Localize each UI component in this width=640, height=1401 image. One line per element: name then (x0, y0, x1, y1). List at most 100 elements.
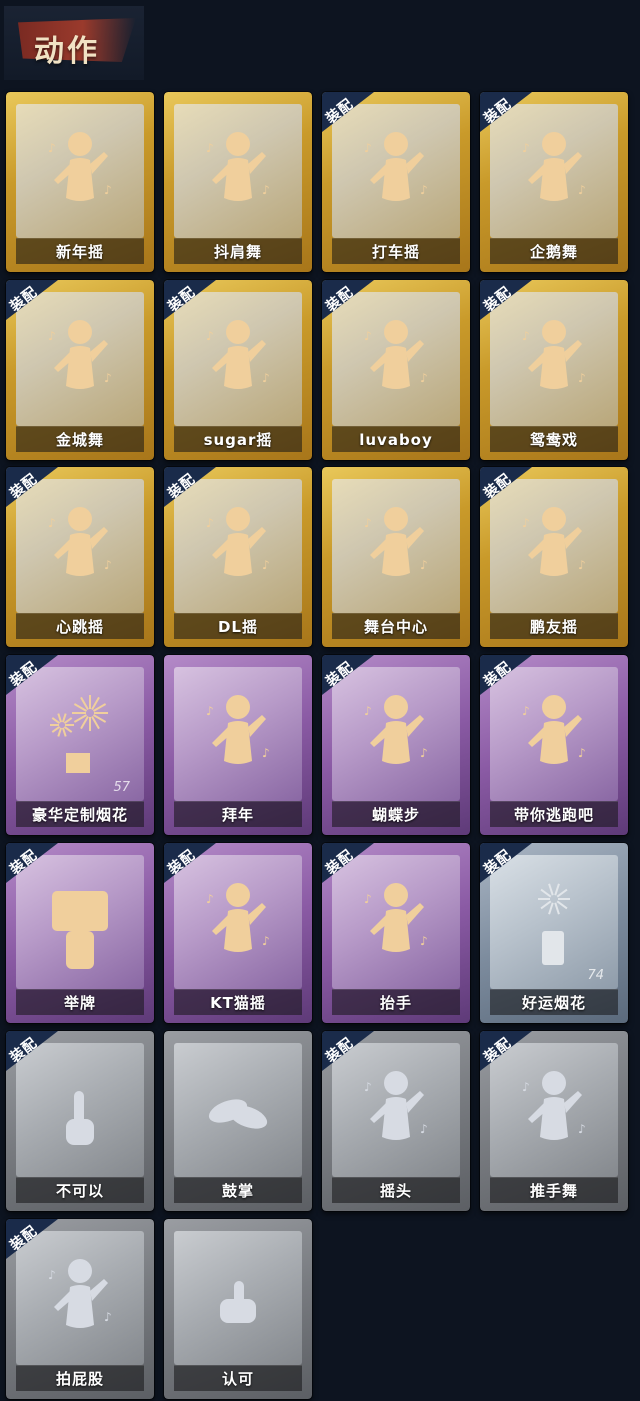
dancer-icon: ♪ ♪ (514, 1061, 594, 1161)
dancer-icon: ♪ ♪ (356, 122, 436, 222)
emote-name: KT猫摇 (210, 994, 266, 1012)
emote-card[interactable]: ♪ ♪ 带你逃跑吧 装配 (480, 655, 628, 835)
emote-card[interactable]: ♪ ♪ 摇头 装配 (322, 1031, 470, 1211)
emote-card[interactable]: ♪ ♪ luvaboy 装配 (322, 280, 470, 460)
dancer-icon: ♪ ♪ (514, 122, 594, 222)
emote-name: 打车摇 (371, 243, 420, 261)
emote-card[interactable]: ♪ ♪ 拜年 (164, 655, 312, 835)
emote-name: 鸳鸯戏 (529, 431, 578, 449)
emote-name: 摇头 (379, 1182, 412, 1200)
card-label-bar: 心跳摇 (16, 613, 144, 639)
svg-text:♪: ♪ (420, 558, 428, 572)
dancer-icon: ♪ ♪ (40, 310, 120, 410)
dancer-icon: ♪ ♪ (198, 310, 278, 410)
card-label-bar: luvaboy (332, 426, 460, 452)
emote-card[interactable]: 74 好运烟花 装配 (480, 843, 628, 1023)
svg-text:♪: ♪ (420, 371, 428, 385)
svg-text:♪: ♪ (364, 516, 372, 530)
emote-card[interactable]: 不可以 装配 (6, 1031, 154, 1211)
svg-text:♪: ♪ (262, 558, 270, 572)
emote-card[interactable]: ♪ ♪ 企鹅舞 装配 (480, 92, 628, 272)
sign-icon (40, 873, 120, 973)
svg-text:♪: ♪ (48, 1268, 56, 1282)
dancer-icon: ♪ ♪ (40, 1249, 120, 1349)
dancer-icon: ♪ ♪ (514, 310, 594, 410)
emote-name: 鼓掌 (221, 1182, 254, 1200)
card-label-bar: 摇头 (332, 1177, 460, 1203)
card-label-bar: 新年摇 (16, 238, 144, 264)
emote-card[interactable]: 鼓掌 (164, 1031, 312, 1211)
emote-name: 舞台中心 (363, 618, 428, 636)
svg-text:♪: ♪ (420, 746, 428, 760)
emote-card[interactable]: ♪ ♪ 拍屁股 装配 (6, 1219, 154, 1399)
emote-grid: ♪ ♪ 新年摇 ♪ ♪ 抖肩舞 ♪ ♪ 打车摇 装配 ♪ ♪ 企鹅舞 装配 ♪ ♪ 金城舞 装配… (0, 0, 640, 1401)
dancer-icon: ♪ ♪ (198, 685, 278, 785)
svg-text:♪: ♪ (48, 516, 56, 530)
emote-card[interactable]: ♪ ♪ 鸳鸯戏 装配 (480, 280, 628, 460)
emote-name: luvaboy (359, 430, 433, 449)
card-label-bar: 豪华定制烟花 (16, 801, 144, 827)
item-count: 57 (113, 780, 130, 795)
emote-card[interactable]: ♪ ♪ 鹏友摇 装配 (480, 467, 628, 647)
dancer-icon: ♪ ♪ (198, 122, 278, 222)
card-label-bar: 鼓掌 (174, 1177, 302, 1203)
svg-text:♪: ♪ (364, 141, 372, 155)
card-label-bar: 不可以 (16, 1177, 144, 1203)
card-label-bar: 鹏友摇 (490, 613, 618, 639)
card-label-bar: KT猫摇 (174, 989, 302, 1015)
fireworks-icon (40, 685, 120, 785)
emote-card[interactable]: ♪ ♪ 推手舞 装配 (480, 1031, 628, 1211)
emote-card[interactable]: ♪ ♪ 蝴蝶步 装配 (322, 655, 470, 835)
emote-card[interactable]: ♪ ♪ 新年摇 (6, 92, 154, 272)
emote-name: 蝴蝶步 (371, 806, 420, 824)
emote-card[interactable]: ♪ ♪ 打车摇 装配 (322, 92, 470, 272)
dancer-icon: ♪ ♪ (356, 1061, 436, 1161)
emote-name: 心跳摇 (55, 618, 104, 636)
emote-name: 认可 (221, 1370, 254, 1388)
emote-card[interactable]: ♪ ♪ 心跳摇 装配 (6, 467, 154, 647)
card-label-bar: 好运烟花 (490, 989, 618, 1015)
emote-card[interactable]: ♪ ♪ 抬手 装配 (322, 843, 470, 1023)
svg-text:♪: ♪ (578, 371, 586, 385)
emote-card[interactable]: ♪ ♪ 金城舞 装配 (6, 280, 154, 460)
svg-text:♪: ♪ (262, 183, 270, 197)
svg-text:♪: ♪ (48, 141, 56, 155)
svg-text:♪: ♪ (578, 558, 586, 572)
emote-card[interactable]: 认可 (164, 1219, 312, 1399)
svg-text:♪: ♪ (364, 329, 372, 343)
svg-text:♪: ♪ (104, 183, 112, 197)
svg-text:♪: ♪ (104, 371, 112, 385)
svg-text:♪: ♪ (206, 516, 214, 530)
emote-name: 举牌 (63, 994, 96, 1012)
svg-text:♪: ♪ (262, 934, 270, 948)
emote-name: 拍屁股 (55, 1370, 104, 1388)
dancer-icon: ♪ ♪ (356, 497, 436, 597)
svg-text:♪: ♪ (48, 329, 56, 343)
svg-text:♪: ♪ (206, 329, 214, 343)
svg-text:♪: ♪ (420, 183, 428, 197)
dancer-icon: ♪ ♪ (40, 122, 120, 222)
svg-text:♪: ♪ (522, 141, 530, 155)
svg-text:♪: ♪ (364, 704, 372, 718)
firework-can-icon (514, 873, 594, 973)
emote-name: 不可以 (55, 1182, 104, 1200)
dancer-icon: ♪ ♪ (40, 497, 120, 597)
svg-text:♪: ♪ (206, 141, 214, 155)
emote-card[interactable]: ♪ ♪ 抖肩舞 (164, 92, 312, 272)
emote-card[interactable]: ♪ ♪ KT猫摇 装配 (164, 843, 312, 1023)
svg-text:♪: ♪ (578, 746, 586, 760)
card-label-bar: 打车摇 (332, 238, 460, 264)
emote-name: 抬手 (379, 994, 412, 1012)
card-label-bar: 抖肩舞 (174, 238, 302, 264)
emote-card[interactable]: ♪ ♪ sugar摇 装配 (164, 280, 312, 460)
emote-name: 豪华定制烟花 (31, 806, 128, 824)
emote-card[interactable]: 57 豪华定制烟花 装配 (6, 655, 154, 835)
card-label-bar: 企鹅舞 (490, 238, 618, 264)
svg-text:♪: ♪ (104, 1310, 112, 1324)
finger-icon (40, 1061, 120, 1161)
svg-text:♪: ♪ (578, 183, 586, 197)
emote-name: 带你逃跑吧 (513, 806, 594, 824)
emote-card[interactable]: ♪ ♪ 舞台中心 (322, 467, 470, 647)
emote-card[interactable]: 举牌 装配 (6, 843, 154, 1023)
emote-card[interactable]: ♪ ♪ DL摇 装配 (164, 467, 312, 647)
